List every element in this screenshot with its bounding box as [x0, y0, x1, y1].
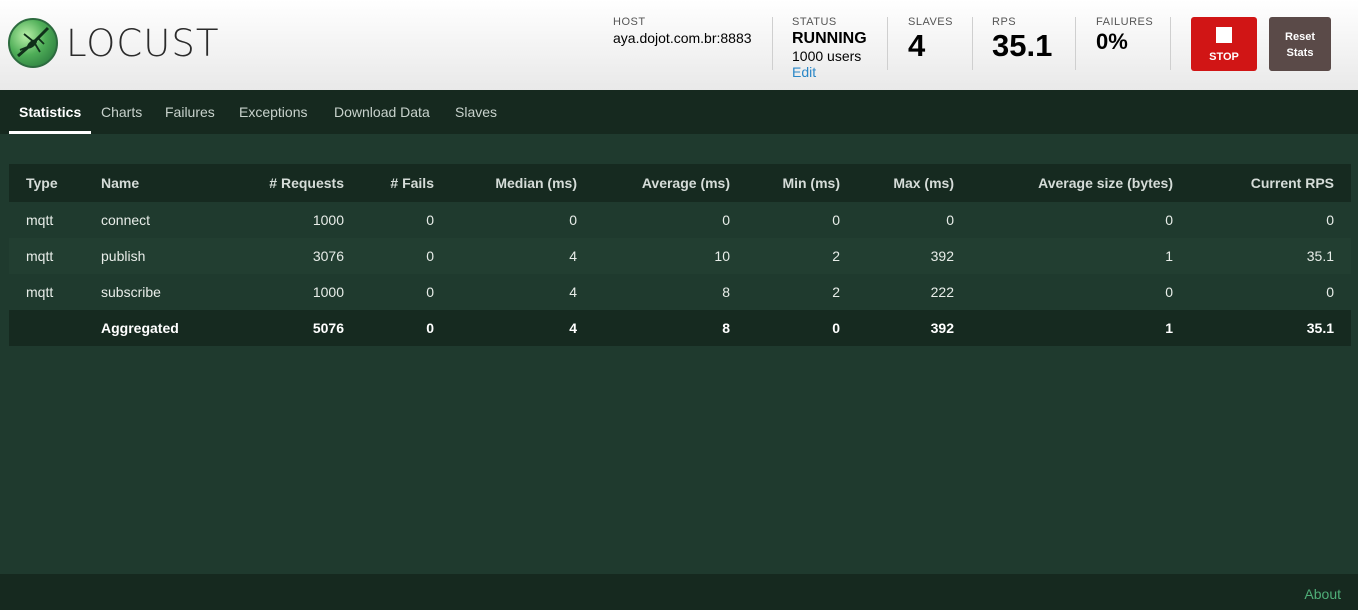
- cell-name: Aggregated: [84, 310, 214, 346]
- tab-statistics[interactable]: Statistics: [9, 90, 92, 134]
- tab-charts[interactable]: Charts: [101, 90, 142, 134]
- failures-stat: FAILURES 0%: [1096, 16, 1153, 54]
- status-label: STATUS: [792, 16, 837, 28]
- cell-average: 8: [594, 274, 747, 310]
- table-row: mqtt subscribe 1000 0 4 8 2 222 0 0: [9, 274, 1351, 310]
- reset-label-line2: Stats: [1286, 47, 1314, 59]
- column-header-median[interactable]: Median (ms): [451, 164, 594, 202]
- logo-text: LOCUST: [66, 21, 220, 65]
- column-header-avg-size[interactable]: Average size (bytes): [971, 164, 1190, 202]
- stop-button[interactable]: STOP: [1191, 17, 1257, 71]
- rps-stat: RPS 35.1: [992, 16, 1052, 62]
- stop-icon: [1216, 27, 1232, 43]
- cell-current-rps: 0: [1190, 274, 1351, 310]
- reset-label-line1: Reset: [1285, 31, 1315, 43]
- table-row: mqtt connect 1000 0 0 0 0 0 0 0: [9, 202, 1351, 238]
- cell-current-rps: 35.1: [1190, 310, 1351, 346]
- host-stat: HOST aya.dojot.com.br:8883: [613, 16, 752, 46]
- cell-average: 10: [594, 238, 747, 274]
- cell-type: mqtt: [9, 202, 84, 238]
- cell-requests: 1000: [214, 274, 361, 310]
- cell-median: 4: [451, 238, 594, 274]
- tab-download-data[interactable]: Download Data: [334, 90, 430, 134]
- slaves-value: 4: [908, 28, 926, 63]
- cell-average: 8: [594, 310, 747, 346]
- column-header-type[interactable]: Type: [9, 164, 84, 202]
- column-header-fails[interactable]: # Fails: [361, 164, 451, 202]
- cell-fails: 0: [361, 274, 451, 310]
- cell-max: 392: [857, 238, 971, 274]
- cell-max: 222: [857, 274, 971, 310]
- reset-stats-button[interactable]: Reset Stats: [1269, 17, 1331, 71]
- cell-name: subscribe: [84, 274, 214, 310]
- cell-min: 2: [747, 274, 857, 310]
- table-header-row: Type Name # Requests # Fails Median (ms)…: [9, 164, 1351, 202]
- cell-average: 0: [594, 202, 747, 238]
- divider: [1170, 17, 1171, 70]
- cell-current-rps: 35.1: [1190, 238, 1351, 274]
- cell-median: 4: [451, 274, 594, 310]
- cell-name: publish: [84, 238, 214, 274]
- column-header-min[interactable]: Min (ms): [747, 164, 857, 202]
- status-value: RUNNING: [792, 30, 867, 47]
- cell-avg-size: 0: [971, 202, 1190, 238]
- cell-fails: 0: [361, 202, 451, 238]
- rps-label: RPS: [992, 16, 1017, 28]
- user-count: 1000 users: [792, 48, 862, 64]
- failures-label: FAILURES: [1096, 16, 1154, 28]
- footer: About: [0, 574, 1358, 610]
- cell-requests: 1000: [214, 202, 361, 238]
- cell-type: mqtt: [9, 238, 84, 274]
- edit-link[interactable]: Edit: [792, 64, 816, 80]
- cell-current-rps: 0: [1190, 202, 1351, 238]
- tab-exceptions[interactable]: Exceptions: [239, 90, 307, 134]
- tab-slaves[interactable]: Slaves: [455, 90, 497, 134]
- column-header-max[interactable]: Max (ms): [857, 164, 971, 202]
- locust-logo-icon: [8, 18, 58, 68]
- cell-avg-size: 1: [971, 310, 1190, 346]
- cell-min: 0: [747, 310, 857, 346]
- about-link[interactable]: About: [1304, 586, 1341, 602]
- cell-median: 0: [451, 202, 594, 238]
- divider: [772, 17, 773, 70]
- cell-median: 4: [451, 310, 594, 346]
- cell-fails: 0: [361, 310, 451, 346]
- host-label: HOST: [613, 16, 646, 28]
- column-header-requests[interactable]: # Requests: [214, 164, 361, 202]
- top-bar: LOCUST HOST aya.dojot.com.br:8883 STATUS…: [0, 0, 1358, 90]
- divider: [1075, 17, 1076, 70]
- rps-value: 35.1: [992, 28, 1053, 63]
- failures-value: 0%: [1096, 29, 1128, 54]
- column-header-current-rps[interactable]: Current RPS: [1190, 164, 1351, 202]
- host-value: aya.dojot.com.br:8883: [613, 30, 752, 46]
- table-row: mqtt publish 3076 0 4 10 2 392 1 35.1: [9, 238, 1351, 274]
- stats-table: Type Name # Requests # Fails Median (ms)…: [9, 164, 1351, 346]
- cell-fails: 0: [361, 238, 451, 274]
- cell-type: [9, 310, 84, 346]
- locust-logo: LOCUST: [8, 18, 219, 68]
- cell-max: 392: [857, 310, 971, 346]
- tab-failures[interactable]: Failures: [165, 90, 215, 134]
- column-header-name[interactable]: Name: [84, 164, 214, 202]
- cell-min: 2: [747, 238, 857, 274]
- divider: [887, 17, 888, 70]
- statistics-panel: Type Name # Requests # Fails Median (ms)…: [9, 164, 1351, 346]
- column-header-average[interactable]: Average (ms): [594, 164, 747, 202]
- cell-avg-size: 0: [971, 274, 1190, 310]
- divider: [972, 17, 973, 70]
- tab-bar: Statistics Charts Failures Exceptions Do…: [0, 90, 1358, 134]
- cell-name: connect: [84, 202, 214, 238]
- cell-min: 0: [747, 202, 857, 238]
- slaves-stat: SLAVES 4: [908, 16, 953, 62]
- aggregated-row: Aggregated 5076 0 4 8 0 392 1 35.1: [9, 310, 1351, 346]
- slaves-label: SLAVES: [908, 16, 953, 28]
- stop-label: STOP: [1209, 51, 1239, 63]
- cell-requests: 3076: [214, 238, 361, 274]
- status-stat: STATUS RUNNING 1000 users Edit: [792, 16, 867, 82]
- cell-avg-size: 1: [971, 238, 1190, 274]
- cell-max: 0: [857, 202, 971, 238]
- cell-requests: 5076: [214, 310, 361, 346]
- cell-type: mqtt: [9, 274, 84, 310]
